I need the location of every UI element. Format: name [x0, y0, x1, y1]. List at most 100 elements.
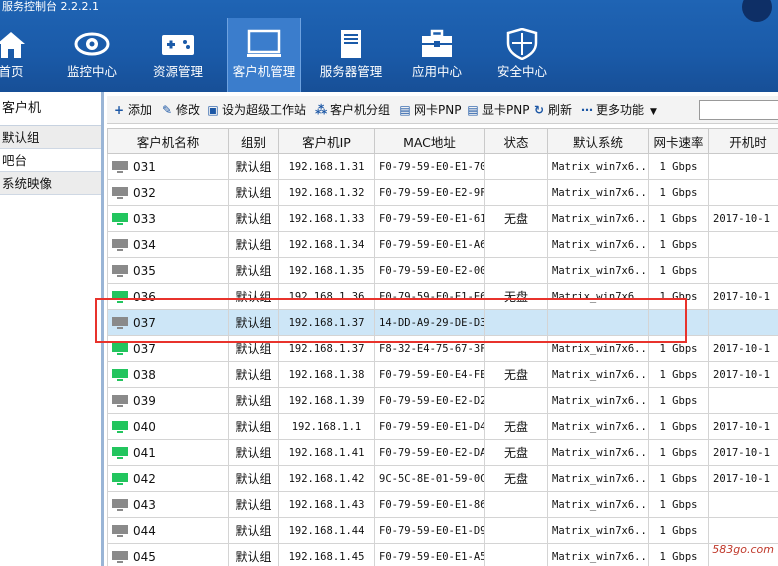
client-name-cell[interactable]: 043	[107, 491, 229, 518]
speed-cell: 1 Gbps	[648, 153, 709, 180]
sidebar-item-default-group[interactable]: 默认组	[0, 126, 101, 149]
group-cell: 默认组	[228, 517, 279, 544]
offline-pc-icon	[112, 317, 128, 329]
ip-cell: 192.168.1.45	[278, 543, 375, 566]
chevron-down-icon: ▼	[650, 107, 657, 117]
speed-cell	[648, 309, 709, 336]
speed-cell: 1 Gbps	[648, 361, 709, 388]
nav-item-monitor-center[interactable]: 监控中心	[60, 18, 124, 92]
add-button[interactable]: + 添加	[113, 96, 152, 124]
table-row[interactable]: 039 默认组 192.168.1.39 F0-79-59-E0-E2-D2 Matri…	[107, 387, 778, 414]
toolbox-icon	[422, 29, 452, 57]
column-header-ip[interactable]: 客户机IP	[278, 128, 375, 154]
client-name-cell[interactable]: 031	[107, 153, 229, 180]
server-icon	[341, 30, 361, 58]
ip-cell: 192.168.1.31	[278, 153, 375, 180]
edit-button[interactable]: ✎ 修改	[161, 96, 200, 124]
client-name-cell[interactable]: 042	[107, 465, 229, 492]
nav-item-client-management[interactable]: 客户机管理	[227, 18, 301, 92]
table-row[interactable]: 044 默认组 192.168.1.44 F0-79-59-E0-E1-D9 Matri…	[107, 517, 778, 544]
nic-pnp-button[interactable]: ▤ 网卡PNP	[399, 96, 461, 124]
table-row[interactable]: 032 默认组 192.168.1.32 F0-79-59-E0-E2-9F Matri…	[107, 179, 778, 206]
group-cell: 默认组	[228, 283, 279, 310]
gpu-pnp-label: 显卡PNP	[482, 103, 530, 117]
os-cell: Matrix_win7x6...	[547, 231, 649, 258]
column-header-name[interactable]: 客户机名称	[107, 128, 229, 154]
online-pc-icon	[112, 473, 128, 485]
group-cell: 默认组	[228, 179, 279, 206]
client-name-cell[interactable]: 041	[107, 439, 229, 466]
nav-item-server-management[interactable]: 服务器管理	[316, 18, 386, 92]
nav-item-home[interactable]: 首页	[0, 18, 36, 92]
nav-item-app-center[interactable]: 应用中心	[405, 18, 469, 92]
client-name-cell[interactable]: 039	[107, 387, 229, 414]
client-name-cell[interactable]: 037	[107, 335, 229, 362]
table-row[interactable]: 035 默认组 192.168.1.35 F0-79-59-E0-E2-00 Matri…	[107, 257, 778, 284]
column-header-boot-time[interactable]: 开机时	[708, 128, 778, 154]
nav-label: 资源管理	[152, 64, 203, 79]
column-header-nic-speed[interactable]: 网卡速率	[648, 128, 709, 154]
table-row[interactable]: 041 默认组 192.168.1.41 F0-79-59-E0-E2-DA 无盘 Mat…	[107, 439, 778, 466]
set-super-workstation-button[interactable]: ▣ 设为超级工作站	[207, 96, 306, 124]
client-name-cell[interactable]: 038	[107, 361, 229, 388]
status-cell	[484, 257, 548, 284]
table-row[interactable]: 045 默认组 192.168.1.45 F0-79-59-E0-E1-A5 Matri…	[107, 543, 778, 566]
mac-cell: F0-79-59-E0-E1-D4	[374, 413, 485, 440]
nav-item-security-center[interactable]: 安全中心	[490, 18, 554, 92]
sidebar-item-system-image[interactable]: 系统映像	[0, 172, 101, 195]
refresh-icon: ↻	[533, 103, 545, 117]
column-header-mac[interactable]: MAC地址	[374, 128, 485, 154]
nav-item-resource-management[interactable]: 资源管理	[146, 18, 210, 92]
boot-time-cell	[708, 491, 778, 518]
boot-time-cell	[708, 517, 778, 544]
speed-cell: 1 Gbps	[648, 179, 709, 206]
client-name-cell[interactable]: 032	[107, 179, 229, 206]
more-functions-button[interactable]: ⋯ 更多功能 ▼	[581, 96, 657, 124]
toolbar: + 添加 ✎ 修改 ▣ 设为超级工作站 ⁂ 客户机分组 ▤ 网卡PNP ▤ 显卡PNP ↻ 刷…	[107, 96, 778, 124]
client-name-cell[interactable]: 037	[107, 309, 229, 336]
group-label: 客户机分组	[330, 103, 391, 117]
table-row[interactable]: 036 默认组 192.168.1.36 F0-79-59-E0-E1-E6 无盘 Mat…	[107, 283, 778, 310]
column-header-status[interactable]: 状态	[484, 128, 548, 154]
client-name-cell[interactable]: 033	[107, 205, 229, 232]
table-row[interactable]: 037 默认组 192.168.1.37 F8-32-E4-75-67-3F Matri…	[107, 335, 778, 362]
table-row[interactable]: 031 默认组 192.168.1.31 F0-79-59-E0-E1-70 Matri…	[107, 153, 778, 180]
table-row[interactable]: 043 默认组 192.168.1.43 F0-79-59-E0-E1-86 Matri…	[107, 491, 778, 518]
table-row[interactable]: 040 默认组 192.168.1.1 F0-79-59-E0-E1-D4 无盘 Matr…	[107, 413, 778, 440]
column-header-group[interactable]: 组别	[228, 128, 279, 154]
client-name-text: 040	[133, 419, 156, 434]
ip-cell: 192.168.1.43	[278, 491, 375, 518]
gpu-icon: ▤	[467, 103, 479, 117]
os-cell: Matrix_win7x6...	[547, 205, 649, 232]
table-row[interactable]: 037 默认组 192.168.1.37 14-DD-A9-29-DE-D3	[107, 309, 778, 336]
client-group-button[interactable]: ⁂ 客户机分组	[315, 96, 390, 124]
online-pc-icon	[112, 213, 128, 225]
offline-pc-icon	[112, 239, 128, 251]
table-row[interactable]: 034 默认组 192.168.1.34 F0-79-59-E0-E1-A6 Matri…	[107, 231, 778, 258]
search-input[interactable]	[699, 100, 778, 120]
client-name-cell[interactable]: 045	[107, 543, 229, 566]
client-name-cell[interactable]: 044	[107, 517, 229, 544]
ip-cell: 192.168.1.35	[278, 257, 375, 284]
client-name-cell[interactable]: 036	[107, 283, 229, 310]
status-cell	[484, 517, 548, 544]
sidebar-item-bar-counter[interactable]: 吧台	[0, 149, 101, 172]
speed-cell: 1 Gbps	[648, 543, 709, 566]
table-row[interactable]: 033 默认组 192.168.1.33 F0-79-59-E0-E1-61 无盘 Mat…	[107, 205, 778, 232]
client-name-cell[interactable]: 034	[107, 231, 229, 258]
mac-cell: F0-79-59-E0-E1-70	[374, 153, 485, 180]
client-name-cell[interactable]: 040	[107, 413, 229, 440]
boot-time-cell: 2017-10-1	[708, 205, 778, 232]
gpu-pnp-button[interactable]: ▤ 显卡PNP	[467, 96, 529, 124]
speed-cell: 1 Gbps	[648, 387, 709, 414]
client-name-cell[interactable]: 035	[107, 257, 229, 284]
speed-cell: 1 Gbps	[648, 465, 709, 492]
client-name-text: 036	[133, 289, 156, 304]
table-row[interactable]: 038 默认组 192.168.1.38 F0-79-59-E0-E4-FE 无盘 Mat…	[107, 361, 778, 388]
refresh-button[interactable]: ↻ 刷新	[533, 96, 572, 124]
mac-cell: F0-79-59-E0-E1-86	[374, 491, 485, 518]
column-header-os[interactable]: 默认系统	[547, 128, 649, 154]
panel-title: 客户机	[0, 92, 101, 126]
table-row[interactable]: 042 默认组 192.168.1.42 9C-5C-8E-01-59-0C 无盘 Mat…	[107, 465, 778, 492]
group-cell: 默认组	[228, 413, 279, 440]
